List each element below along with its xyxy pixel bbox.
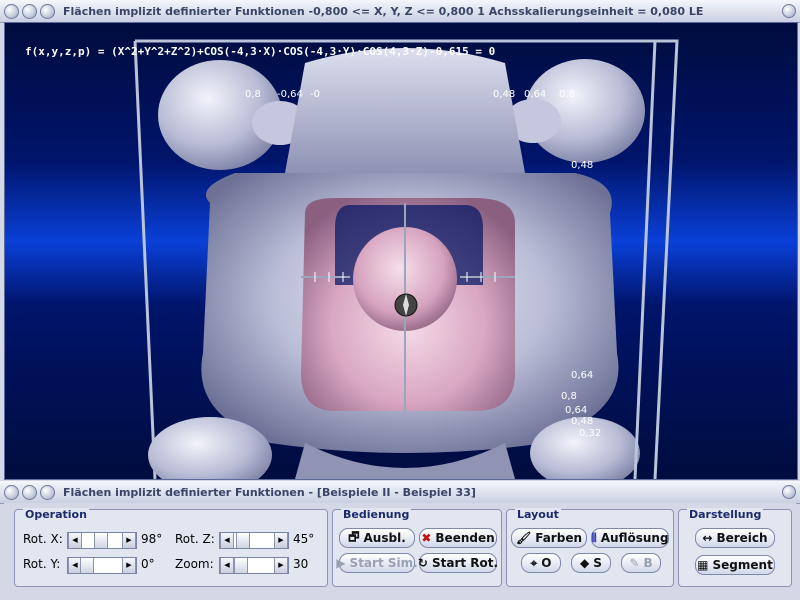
slider-right-icon[interactable]: ▶ (274, 558, 288, 573)
slider-left-icon[interactable]: ◀ (220, 558, 234, 573)
grid-icon: ▦ (697, 558, 709, 572)
crosshair-icon: ⌖ (530, 555, 538, 570)
control-titlebar: Flächen implizit definierter Funktionen … (0, 481, 800, 504)
control-window-title: Flächen implizit definierter Funktionen … (63, 485, 476, 499)
zoom-slider[interactable]: ◀ ▶ (219, 557, 289, 574)
minimize-icon[interactable] (22, 484, 37, 500)
origin-button[interactable]: ⌖ O (521, 553, 561, 573)
minimize-icon[interactable] (22, 3, 37, 19)
slider-left-icon[interactable]: ◀ (68, 533, 82, 548)
slider-thumb[interactable] (234, 558, 248, 573)
darstellung-title: Darstellung (687, 508, 764, 521)
slider-thumb[interactable] (236, 533, 250, 548)
slider-thumb[interactable] (94, 533, 108, 548)
play-icon: ▶ (336, 556, 346, 570)
bereich-button[interactable]: ↔ Bereich (695, 528, 775, 548)
system-menu-icon[interactable] (4, 3, 19, 19)
bedienung-title: Bedienung (341, 508, 412, 521)
surface-top-neck (285, 48, 525, 173)
farben-button[interactable]: 🖌 Farben (511, 528, 587, 548)
tick-label: 0,64 (571, 370, 594, 381)
window-controls (4, 3, 55, 19)
paint-bucket-icon: 🖌 (515, 531, 532, 545)
tick-label: 0,8 (561, 391, 577, 402)
zoom-label: Zoom: (175, 557, 214, 571)
tick-label: 0,48 (493, 89, 516, 100)
rot-x-slider[interactable]: ◀ ▶ (67, 532, 137, 549)
close-icon[interactable] (782, 485, 796, 499)
resolution-icon: ⦀ (591, 530, 597, 545)
darstellung-group: Darstellung ↔ Bereich ▦ Segment (678, 508, 792, 587)
tick-label: -0,64 (277, 89, 303, 100)
tick-label: 0,8 (245, 89, 261, 100)
tick-label: 0,48 (571, 160, 594, 171)
rotate-icon: ↻ (417, 556, 428, 570)
tick-label: -0 (310, 89, 320, 100)
tick-label: 0,32 (579, 428, 602, 439)
zoom-value: 30 (293, 557, 309, 571)
rot-y-label: Rot. Y: (23, 557, 61, 571)
rot-y-value: 0° (141, 557, 155, 571)
tick-label: 0,64 (565, 405, 588, 416)
box-frame-left (133, 40, 157, 479)
close-icon[interactable] (782, 4, 796, 18)
surface-button[interactable]: ◆ S (571, 553, 611, 573)
system-menu-icon[interactable] (4, 484, 19, 500)
surface-render (133, 39, 679, 479)
cube-icon: ◆ (580, 556, 590, 570)
beenden-button[interactable]: ✖ Beenden (419, 528, 497, 548)
rot-z-value: 45° (293, 532, 315, 546)
maximize-icon[interactable] (40, 484, 55, 500)
rot-z-slider[interactable]: ◀ ▶ (219, 532, 289, 549)
maximize-icon[interactable] (40, 3, 55, 19)
slider-right-icon[interactable]: ▶ (122, 558, 136, 573)
main-titlebar: Flächen implizit definierter Funktionen … (0, 0, 800, 23)
tick-label: 0,8 (559, 89, 575, 100)
operation-title: Operation (23, 508, 89, 521)
start-sim-button[interactable]: ▶ Start Sim. (336, 553, 418, 573)
slider-right-icon[interactable]: ▶ (122, 533, 136, 548)
brush-icon: ✎ (629, 556, 640, 570)
plot-viewport[interactable]: f(x,y,z,p) = (X^2+Y^2+Z^2)+COS(-4,3·X)·C… (4, 22, 798, 480)
slider-right-icon[interactable]: ▶ (274, 533, 288, 548)
layout-group: Layout 🖌 Farben ⦀ Auflösung ⌖ O ◆ S ✎ B (506, 508, 674, 587)
b-button[interactable]: ✎ B (621, 553, 661, 573)
range-icon: ↔ (702, 531, 713, 545)
rot-z-label: Rot. Z: (175, 532, 215, 546)
close-x-icon: ✖ (421, 531, 432, 545)
aufloesung-button[interactable]: ⦀ Auflösung (591, 528, 669, 548)
bedienung-group: Bedienung 🗗 Ausbl. ✖ Beenden ▶ Start Sim… (332, 508, 502, 587)
function-formula: f(x,y,z,p) = (X^2+Y^2+Z^2)+COS(-4,3·X)·C… (25, 45, 496, 58)
window-title: Flächen implizit definierter Funktionen … (63, 4, 704, 18)
segment-button[interactable]: ▦ Segment (695, 555, 775, 575)
layout-title: Layout (515, 508, 561, 521)
control-panel: Operation Rot. X: ◀ ▶ 98° Rot. Y: ◀ ▶ 0°… (4, 503, 796, 595)
tick-label: 0,64 (524, 89, 547, 100)
ausblenden-button[interactable]: 🗗 Ausbl. (339, 528, 415, 548)
slider-thumb[interactable] (80, 558, 94, 573)
tick-label: 0,48 (571, 416, 594, 427)
start-rot-button[interactable]: ↻ Start Rot. (417, 553, 498, 573)
hide-icon: 🗗 (348, 529, 360, 544)
rot-x-label: Rot. X: (23, 532, 63, 546)
control-window-controls (4, 484, 55, 500)
rot-y-slider[interactable]: ◀ ▶ (67, 557, 137, 574)
slider-left-icon[interactable]: ◀ (220, 533, 234, 548)
rot-x-value: 98° (141, 532, 163, 546)
operation-group: Operation Rot. X: ◀ ▶ 98° Rot. Y: ◀ ▶ 0°… (14, 508, 328, 587)
